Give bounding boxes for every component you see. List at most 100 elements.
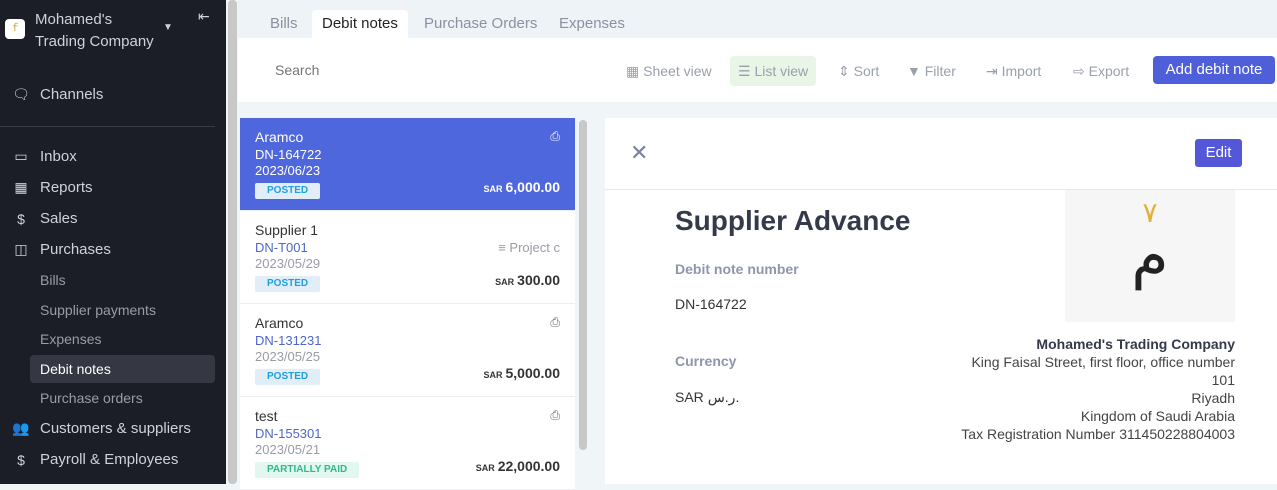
company-name-line2: Trading Company [35, 33, 154, 50]
supplier-name: Aramco [255, 129, 304, 145]
amount-value: 300.00 [517, 272, 560, 288]
note-number: DN-155301 [255, 426, 322, 441]
sidebar-sub-purchase-orders[interactable]: Purchase orders [30, 384, 215, 412]
chat-icon: 🗨 [12, 86, 30, 102]
divider [0, 126, 215, 127]
amount: SAR 6,000.00 [483, 179, 560, 195]
sidebar-item-channels[interactable]: 🗨 Channels [12, 86, 103, 103]
sidebar-item-payroll[interactable]: $ Payroll & Employees [12, 451, 178, 468]
tab-debit-notes[interactable]: Debit notes [312, 10, 408, 38]
label: Sort [853, 63, 880, 79]
address-line: King Faisal Street, first floor, office … [971, 354, 1235, 370]
status-badge: PARTIALLY PAID [255, 462, 360, 478]
sheet-view-button[interactable]: ▦ Sheet view [618, 56, 720, 86]
sidebar-sub-bills[interactable]: Bills [30, 266, 215, 294]
debit-note-list: Aramco DN-164722 2023/06/23 POSTED ⎙ SAR… [240, 118, 575, 490]
attachment-icon: ⎙ [550, 315, 560, 329]
status-badge: POSTED [255, 183, 321, 199]
sidebar-scrollbar[interactable] [228, 0, 237, 484]
sidebar-item-purchases[interactable]: ◫ Purchases [12, 241, 111, 258]
sidebar-item-reports[interactable]: ▦ Reports [12, 179, 93, 196]
list-view-button[interactable]: ☰ List view [730, 56, 817, 86]
amount: SAR 300.00 [495, 272, 560, 288]
label: Purchases [40, 241, 111, 258]
list-scrollbar[interactable] [579, 120, 587, 450]
project-tag: ≡ Project c [498, 240, 560, 255]
bag-icon: ◫ [14, 241, 28, 257]
grid-icon: ▦ [626, 63, 644, 79]
sidebar-item-customers-suppliers[interactable]: 👥 Customers & suppliers [12, 420, 191, 437]
toolbar: ▦ Sheet view ☰ List view ⇕ Sort ▼ Filter… [238, 38, 1277, 102]
chart-icon: ▦ [14, 179, 28, 195]
debit-note-number: DN-164722 [675, 296, 747, 312]
inbox-icon: ▭ [14, 148, 28, 164]
label: Export [1088, 63, 1130, 79]
note-date: 2023/05/29 [255, 256, 321, 271]
currency: SAR [483, 184, 503, 194]
filter-icon: ▼ [907, 63, 925, 79]
label: Inbox [40, 148, 77, 165]
company-name: Mohamed's Trading Company [1036, 336, 1235, 352]
list-icon: ☰ [738, 63, 755, 79]
company-logo[interactable]: ｆ [5, 19, 25, 39]
payroll-icon: $ [17, 451, 25, 468]
label: Reports [40, 179, 93, 196]
note-number: DN-131231 [255, 333, 322, 348]
company-logo-image: ٧م [1065, 190, 1235, 322]
status-badge: POSTED [255, 369, 321, 385]
filter-button[interactable]: ▼ Filter [899, 56, 964, 86]
supplier-name: test [255, 408, 278, 424]
note-date: 2023/05/21 [255, 442, 321, 457]
add-debit-note-button[interactable]: Add debit note [1153, 56, 1275, 84]
close-icon[interactable]: ✕ [630, 140, 648, 166]
list-item[interactable]: Aramco DN-164722 2023/06/23 POSTED ⎙ SAR… [240, 118, 575, 211]
label: Payroll & Employees [40, 451, 179, 468]
dollar-icon: $ [17, 210, 25, 227]
sidebar-sub-supplier-payments[interactable]: Supplier payments [30, 296, 215, 324]
currency: SAR [475, 463, 495, 473]
supplier-name: Aramco [255, 315, 304, 331]
amount: SAR 22,000.00 [476, 458, 560, 474]
label: Filter [924, 63, 956, 79]
note-date: 2023/06/23 [255, 163, 321, 178]
list-item[interactable]: test DN-155301 2023/05/21 PARTIALLY PAID… [240, 397, 575, 490]
export-icon: ⇨ [1073, 63, 1089, 79]
currency-label: Currency [675, 353, 737, 369]
status-badge: POSTED [255, 276, 321, 292]
label: List view [754, 63, 809, 79]
supplier-name: Supplier 1 [255, 222, 319, 238]
search-input[interactable] [275, 62, 475, 78]
amount: SAR 5,000.00 [483, 365, 560, 381]
sidebar-item-sales[interactable]: $ Sales [12, 210, 78, 227]
import-icon: ⇥ [986, 63, 1002, 79]
company-name-line1: Mohamed's [35, 11, 113, 28]
amount-value: 5,000.00 [505, 365, 561, 381]
company-switcher[interactable]: Mohamed's Trading Company [35, 9, 154, 53]
label: Channels [40, 86, 104, 103]
note-date: 2023/05/25 [255, 349, 321, 364]
sidebar-item-inbox[interactable]: ▭ Inbox [12, 148, 77, 165]
import-button[interactable]: ⇥ Import [978, 56, 1049, 86]
list-item[interactable]: Aramco DN-131231 2023/05/25 POSTED ⎙ SAR… [240, 304, 575, 397]
collapse-sidebar-icon[interactable]: ⇤ [198, 8, 210, 25]
sidebar-sub-debit-notes[interactable]: Debit notes [30, 355, 215, 383]
tab-purchase-orders[interactable]: Purchase Orders [414, 10, 547, 38]
currency-value: SAR ر.س. [675, 389, 740, 405]
amount-value: 22,000.00 [497, 458, 560, 474]
tab-bills[interactable]: Bills [260, 10, 308, 38]
list-item[interactable]: Supplier 1 DN-T001 2023/05/29 POSTED ≡ P… [240, 211, 575, 304]
tab-expenses[interactable]: Expenses [549, 10, 635, 38]
label: Customers & suppliers [40, 420, 191, 437]
sort-button[interactable]: ⇕ Sort [830, 56, 887, 86]
company-address: Mohamed's Trading Company King Faisal St… [961, 335, 1235, 443]
caret-down-icon[interactable]: ▼ [163, 22, 173, 33]
attachment-icon: ⎙ [550, 129, 560, 143]
edit-button[interactable]: Edit [1195, 139, 1242, 167]
label: Sales [40, 210, 78, 227]
export-button[interactable]: ⇨ Export [1065, 56, 1137, 86]
tab-bar: Bills Debit notes Purchase Orders Expens… [238, 0, 1277, 38]
sidebar-sub-expenses[interactable]: Expenses [30, 325, 215, 353]
sidebar: ｆ Mohamed's Trading Company ▼ ⇤ 🗨 Channels… [0, 0, 226, 484]
amount-value: 6,000.00 [505, 179, 561, 195]
debit-note-number-label: Debit note number [675, 261, 799, 277]
